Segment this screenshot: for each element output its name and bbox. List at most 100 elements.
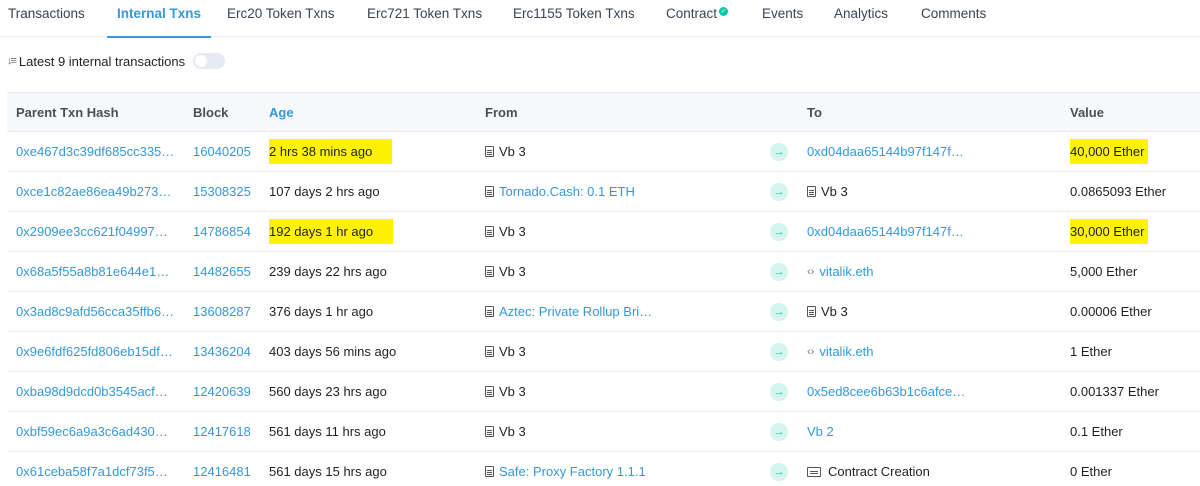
from-address[interactable]: Safe: Proxy Factory 1.1.1 — [499, 464, 646, 479]
to-address: Vb 3 — [821, 184, 848, 199]
tab-analytics[interactable]: Analytics — [834, 0, 888, 37]
arrow-right-icon: → — [770, 382, 788, 401]
contract-icon — [807, 306, 816, 317]
contract-icon — [485, 386, 494, 397]
table-row: 0xe467d3c39df685cc335… 16040205 2 hrs 38 m… — [7, 132, 1200, 172]
to-address[interactable]: vitalik.eth — [819, 344, 873, 359]
contract-icon — [807, 186, 816, 197]
parent-txn-hash-link[interactable]: 0xe467d3c39df685cc335… — [16, 144, 174, 159]
parent-txn-hash-link[interactable]: 0xce1c82ae86ea49b273… — [16, 184, 171, 199]
parent-txn-hash-link[interactable]: 0x61ceba58f7a1dcf73f5… — [16, 464, 168, 479]
header-block: Block — [193, 104, 229, 120]
tab-erc1155-token-txns[interactable]: Erc1155 Token Txns — [513, 0, 635, 37]
contract-icon — [485, 146, 494, 157]
to-address[interactable]: 0xd04daa65144b97f147f… — [807, 144, 964, 159]
arrow-right-icon: → — [770, 342, 788, 361]
parent-txn-hash-link[interactable]: 0x2909ee3cc621f04997… — [16, 224, 168, 239]
arrow-right-icon: → — [770, 302, 788, 321]
tab-contract-label: Contract — [666, 6, 718, 21]
parent-txn-hash-link[interactable]: 0x9e6fdf625fd806eb15df… — [16, 344, 173, 359]
table-row: 0xba98d9dcd0b3545acf… 12420639 560 days 23… — [7, 372, 1200, 412]
tab-internal-txns[interactable]: Internal Txns — [106, 0, 212, 38]
age-text: 403 days 56 mins ago — [269, 344, 397, 359]
arrow-right-icon: → — [770, 182, 788, 201]
parent-txn-hash-link[interactable]: 0xba98d9dcd0b3545acf… — [16, 384, 168, 399]
from-address[interactable]: Aztec: Private Rollup Bri… — [499, 304, 652, 319]
block-link[interactable]: 15308325 — [193, 184, 251, 199]
table-row: 0x3ad8c9afd56cca35ffb6… 13608287 376 days … — [7, 292, 1200, 332]
to-address[interactable]: vitalik.eth — [819, 264, 873, 279]
tab-contract[interactable]: Contract ✓ — [666, 0, 729, 37]
sort-descending-icon[interactable]: ↓≡ — [7, 55, 17, 67]
age-text: 2 hrs 38 mins ago — [269, 139, 393, 164]
header-parent-txn-hash: Parent Txn Hash — [16, 104, 119, 120]
block-link[interactable]: 13608287 — [193, 304, 251, 319]
value-text: 0.0865093 Ether — [1070, 184, 1167, 199]
parent-txn-hash-link[interactable]: 0xbf59ec6a9a3c6ad430… — [16, 424, 168, 439]
check-circle-icon: ✓ — [719, 7, 729, 16]
block-link[interactable]: 13436204 — [193, 344, 251, 359]
to-address[interactable]: 0x5ed8cee6b63b1c6afce… — [807, 384, 965, 399]
contract-icon — [485, 466, 494, 477]
header-from: From — [485, 104, 518, 120]
table-row: 0x61ceba58f7a1dcf73f5… 12416481 561 days 1… — [7, 452, 1200, 486]
ens-icon: ‹› — [807, 265, 815, 278]
tab-bar: Transactions Internal Txns Erc20 Token T… — [0, 0, 1200, 38]
block-link[interactable]: 12417618 — [193, 424, 251, 439]
block-link[interactable]: 14482655 — [193, 264, 251, 279]
table-row: 0x9e6fdf625fd806eb15df… 13436204 403 days … — [7, 332, 1200, 372]
from-address: Vb 3 — [499, 384, 526, 399]
arrow-right-icon: → — [770, 462, 788, 481]
to-address[interactable]: 0xd04daa65144b97f147f… — [807, 224, 964, 239]
table-row: 0xce1c82ae86ea49b273… 15308325 107 days 2 … — [7, 172, 1200, 212]
internal-txns-table: Parent Txn Hash Block Age From To Value … — [7, 92, 1200, 486]
age-text: 239 days 22 hrs ago — [269, 264, 387, 279]
table-body: 0xe467d3c39df685cc335… 16040205 2 hrs 38 m… — [7, 132, 1200, 486]
contract-icon — [485, 186, 494, 197]
age-text: 192 days 1 hr ago — [269, 219, 394, 244]
tab-comments[interactable]: Comments — [921, 0, 986, 37]
block-link[interactable]: 12420639 — [193, 384, 251, 399]
tab-transactions[interactable]: Transactions — [8, 0, 85, 37]
tab-events[interactable]: Events — [762, 0, 803, 37]
arrow-right-icon: → — [770, 262, 788, 281]
tab-erc721-token-txns[interactable]: Erc721 Token Txns — [367, 0, 482, 37]
from-address[interactable]: Tornado.Cash: 0.1 ETH — [499, 184, 635, 199]
contract-creation-icon — [807, 466, 821, 477]
header-age[interactable]: Age — [269, 93, 469, 131]
to-address[interactable]: Vb 2 — [807, 424, 834, 439]
value-text: 0.00006 Ether — [1070, 304, 1152, 319]
value-text: 0 Ether — [1070, 464, 1112, 479]
arrow-right-icon: → — [770, 422, 788, 441]
value-text: 30,000 Ether — [1070, 219, 1149, 244]
table-row: 0x2909ee3cc621f04997… 14786854 192 days 1 … — [7, 212, 1200, 252]
to-address: Vb 3 — [821, 304, 848, 319]
age-text: 560 days 23 hrs ago — [269, 384, 387, 399]
age-text: 107 days 2 hrs ago — [269, 184, 380, 199]
parent-txn-hash-link[interactable]: 0x3ad8c9afd56cca35ffb6… — [16, 304, 174, 319]
summary-text: Latest 9 internal transactions — [18, 53, 186, 69]
block-link[interactable]: 14786854 — [193, 224, 251, 239]
ens-icon: ‹› — [807, 345, 815, 358]
age-text: 561 days 11 hrs ago — [269, 424, 386, 439]
table-header: Parent Txn Hash Block Age From To Value — [7, 92, 1200, 132]
table-row: 0x68a5f55a8b81e644e1… 14482655 239 days 22… — [7, 252, 1200, 292]
block-link[interactable]: 12416481 — [193, 464, 251, 479]
parent-txn-hash-link[interactable]: 0x68a5f55a8b81e644e1… — [16, 264, 169, 279]
from-address: Vb 3 — [499, 144, 526, 159]
contract-icon — [485, 266, 494, 277]
value-text: 0.1 Ether — [1070, 424, 1123, 439]
toggle-switch[interactable] — [193, 53, 226, 69]
value-text: 5,000 Ether — [1070, 264, 1138, 279]
value-text: 0.001337 Ether — [1070, 384, 1159, 399]
block-link[interactable]: 16040205 — [193, 144, 251, 159]
age-text: 561 days 15 hrs ago — [269, 464, 387, 479]
table-row: 0xbf59ec6a9a3c6ad430… 12417618 561 days 11… — [7, 412, 1200, 452]
tab-erc20-token-txns[interactable]: Erc20 Token Txns — [227, 0, 335, 37]
value-text: 40,000 Ether — [1070, 139, 1149, 164]
contract-icon — [485, 306, 494, 317]
header-value: Value — [1070, 104, 1104, 120]
header-to: To — [807, 104, 822, 120]
age-text: 376 days 1 hr ago — [269, 304, 374, 319]
value-text: 1 Ether — [1070, 344, 1112, 359]
